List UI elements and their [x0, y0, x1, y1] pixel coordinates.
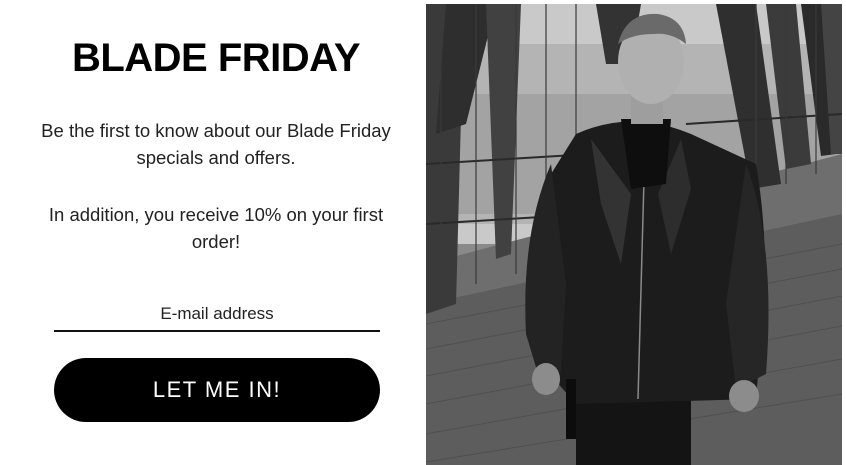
email-field[interactable] [54, 300, 380, 328]
newsletter-modal: BLADE FRIDAY Be the first to know about … [0, 0, 846, 465]
submit-button[interactable]: LET ME IN! [54, 358, 380, 422]
man-leather-jacket-image [426, 4, 842, 465]
signup-panel: BLADE FRIDAY Be the first to know about … [0, 0, 432, 465]
email-field-wrapper [54, 300, 380, 332]
offer-text: In addition, you receive 10% on your fir… [48, 204, 384, 252]
hero-photo [426, 4, 842, 465]
description-text: Be the first to know about our Blade Fri… [41, 120, 391, 168]
modal-title: BLADE FRIDAY [71, 36, 361, 80]
